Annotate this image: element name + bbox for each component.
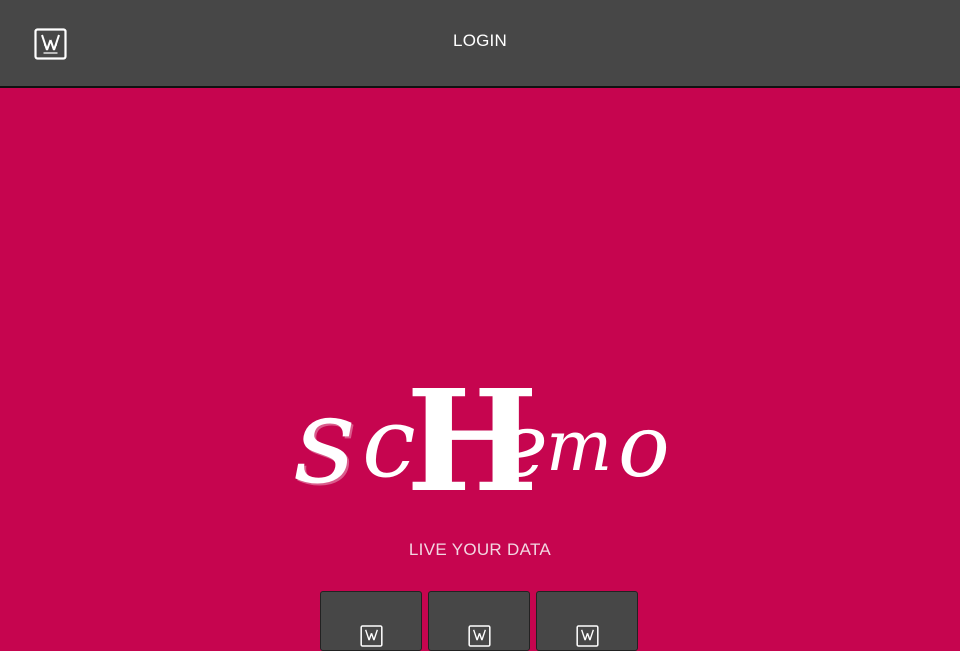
logo-icon bbox=[468, 625, 491, 647]
tagline: LIVE YOUR DATA bbox=[408, 540, 552, 559]
svg-text:e: e bbox=[496, 394, 548, 497]
svg-text:o: o bbox=[618, 397, 670, 497]
logo-icon bbox=[576, 625, 599, 647]
svg-text:m: m bbox=[546, 405, 612, 487]
feature-tile-1[interactable] bbox=[320, 591, 422, 651]
feature-tile-2[interactable] bbox=[428, 591, 530, 651]
hero-section: s s c H e m o LIVE YOUR DATA bbox=[0, 88, 960, 651]
top-navigation-bar: LOGIN bbox=[0, 0, 960, 88]
feature-tiles bbox=[320, 591, 640, 651]
svg-text:s: s bbox=[294, 372, 356, 502]
feature-tile-3[interactable] bbox=[536, 591, 638, 651]
logo-icon bbox=[360, 625, 383, 647]
login-link[interactable]: LOGIN bbox=[0, 31, 960, 51]
schemo-wordmark: s s c H e m o bbox=[294, 372, 670, 502]
